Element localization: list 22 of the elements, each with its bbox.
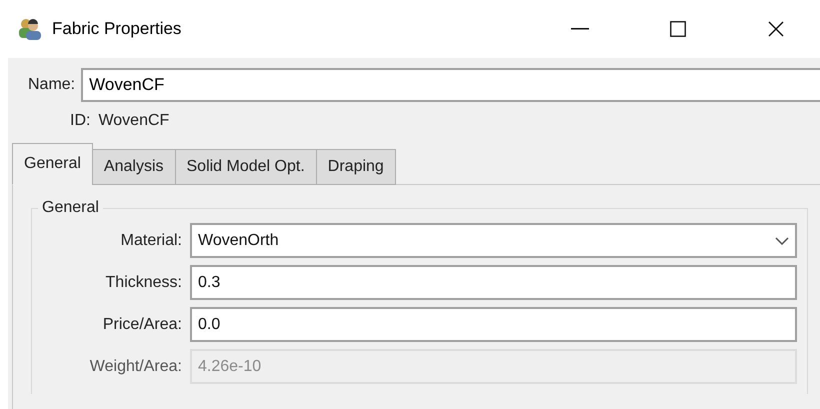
- input-field[interactable]: 0.0: [190, 307, 797, 342]
- group-title: General: [41, 199, 100, 217]
- minimize-icon[interactable]: [571, 28, 589, 30]
- window-title: Fabric Properties: [52, 19, 182, 39]
- field-label: Material:: [120, 232, 182, 250]
- people-icon: [18, 18, 42, 40]
- name-label: Name:: [28, 76, 76, 94]
- input-field[interactable]: 0.3: [190, 265, 797, 300]
- close-icon[interactable]: [768, 21, 784, 37]
- id-value: WovenCF: [98, 112, 170, 130]
- tab[interactable]: Analysis: [92, 149, 176, 185]
- id-label: ID:: [70, 112, 90, 130]
- chevron-icon: [775, 236, 789, 244]
- field-label: Weight/Area:: [88, 358, 182, 376]
- field-label: Price/Area:: [102, 316, 182, 334]
- tab[interactable]: General: [12, 143, 93, 185]
- maximize-icon[interactable]: [670, 21, 686, 37]
- tab[interactable]: Solid Model Opt.: [174, 149, 317, 185]
- material-dropdown[interactable]: WovenOrth: [190, 223, 797, 258]
- field-label: Thickness:: [104, 274, 182, 292]
- name-field[interactable]: WovenCF: [81, 68, 820, 102]
- tab[interactable]: Draping: [316, 149, 396, 185]
